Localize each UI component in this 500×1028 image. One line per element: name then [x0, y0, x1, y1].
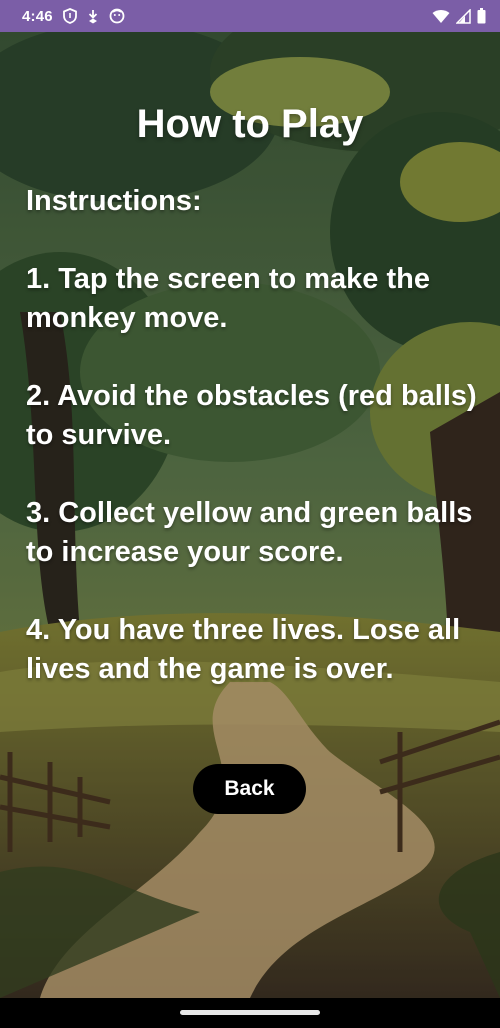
shield-icon [62, 8, 77, 24]
instruction-item: 3. Collect yellow and green balls to inc… [26, 497, 473, 568]
instruction-item: 1. Tap the screen to make the monkey mov… [26, 263, 430, 334]
cellular-signal-icon [456, 8, 471, 24]
battery-icon [477, 8, 486, 24]
instruction-item: 4. You have three lives. Lose all lives … [26, 614, 461, 685]
status-right [432, 8, 486, 24]
wifi-icon [432, 9, 450, 24]
instructions-heading: Instructions: [26, 185, 202, 217]
status-time: 4:46 [22, 7, 53, 25]
face-icon [109, 8, 125, 24]
how-to-play-screen: How to Play Instructions: 1. Tap the scr… [0, 32, 500, 998]
navigation-bar [0, 998, 500, 1028]
page-title: How to Play [136, 102, 364, 146]
status-left: 4:46 [22, 8, 125, 25]
back-button[interactable]: Back [193, 764, 306, 814]
instructions-text: Instructions: 1. Tap the screen to make … [26, 182, 486, 728]
instruction-item: 2. Avoid the obstacles (red balls) to su… [26, 380, 477, 451]
download-arrow-icon [87, 8, 99, 24]
home-gesture-handle[interactable] [180, 1010, 320, 1015]
status-bar: 4:46 [0, 0, 500, 32]
